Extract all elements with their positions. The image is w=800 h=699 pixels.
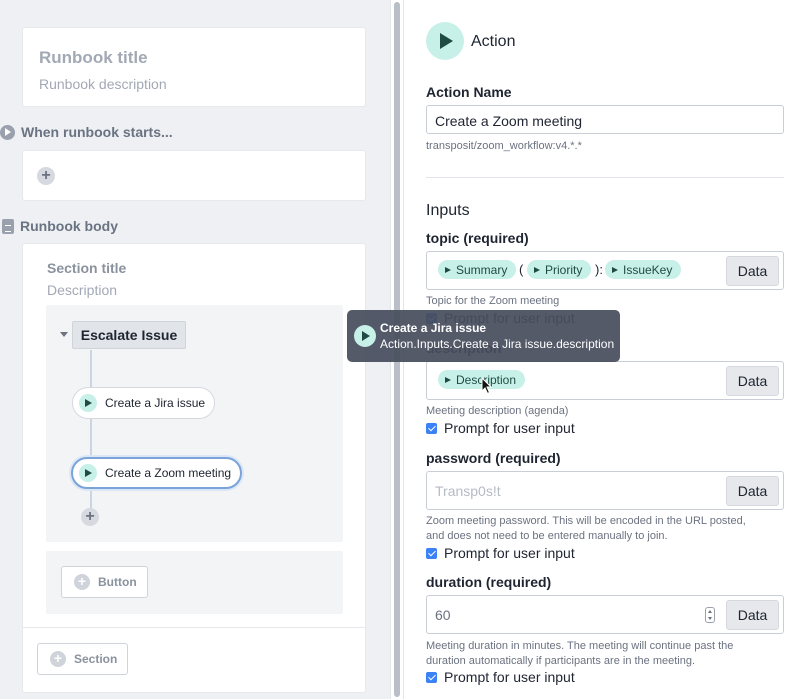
plus-icon: + [74,574,90,590]
add-button-button[interactable]: + Button [61,566,148,598]
section-title[interactable]: Section title [47,260,126,276]
chip-summary[interactable]: Summary [438,260,517,279]
runbook-editor-panel: Runbook title Runbook description When r… [0,0,390,699]
play-icon [445,266,451,273]
trigger-card: + [22,150,366,201]
duration-hint-1: Meeting duration in minutes. The meeting… [426,640,734,652]
runbook-body-card: Section title Description Escalate Issue… [22,243,366,693]
when-starts-header: When runbook starts... [0,124,173,140]
add-section-button[interactable]: + Section [37,643,128,675]
add-trigger-button[interactable]: + [37,167,55,185]
checkbox-checked-icon[interactable] [426,547,437,559]
checkbox-checked-icon[interactable] [426,671,437,683]
action-reference: transposit/zoom_workflow:v4.*.* [426,140,582,152]
paren-close: ): [595,262,603,277]
step-label: Create a Jira issue [105,396,206,410]
number-stepper-icon[interactable] [705,607,715,623]
chip-priority[interactable]: Priority [527,260,592,279]
plus-icon: + [50,651,66,667]
step-group: Escalate Issue Create a Jira issue Creat… [46,305,343,542]
drag-tooltip: Create a Jira issue Action.Inputs.Create… [347,310,620,362]
action-name-value: Create a Zoom meeting [435,113,583,129]
password-prompt-checkbox[interactable]: Prompt for user input [426,545,575,561]
panel-title: Action [471,33,516,50]
group-label[interactable]: Escalate Issue [72,321,186,349]
play-icon [445,376,451,383]
play-icon [354,325,376,347]
description-input[interactable]: Description Data [426,361,784,400]
password-placeholder: Transp0s!t [435,483,501,499]
step-create-zoom-meeting[interactable]: Create a Zoom meeting [71,457,242,489]
topic-input[interactable]: Summary ( Priority ): IssueKey Data [426,251,784,290]
inputs-heading: Inputs [426,202,470,219]
action-name-label: Action Name [426,84,512,100]
step-label: Create a Zoom meeting [105,466,232,480]
duration-label: duration (required) [426,574,552,590]
chip-issuekey[interactable]: IssueKey [605,260,682,279]
tooltip-subtitle: Action.Inputs.Create a Jira issue.descri… [380,337,615,351]
topic-hint: Topic for the Zoom meeting [426,295,560,307]
password-data-button[interactable]: Data [726,476,779,506]
play-icon [534,266,540,273]
topic-data-button[interactable]: Data [726,256,779,286]
description-hint: Meeting description (agenda) [426,405,569,417]
password-label: password (required) [426,450,561,466]
tooltip-title: Create a Jira issue [380,321,487,335]
section-description[interactable]: Description [47,282,117,298]
duration-hint-2: duration automatically if participants a… [426,655,696,667]
runbook-header-card[interactable]: Runbook title Runbook description [22,27,366,107]
runbook-body-label: Runbook body [20,218,118,234]
divider [426,177,784,178]
play-icon [79,394,97,412]
duration-input[interactable]: 60 Data [426,595,784,634]
password-hint-1: Zoom meeting password. This will be enco… [426,515,746,527]
description-data-button[interactable]: Data [726,366,779,396]
button-group: + Button [46,551,343,614]
when-starts-label: When runbook starts... [21,124,173,140]
password-hint-2: and does not need to be entered manually… [426,530,668,542]
add-step-button[interactable]: + [81,508,99,526]
play-circle-icon [426,22,464,60]
play-circle-icon [0,124,15,140]
checkbox-checked-icon[interactable] [426,422,437,434]
duration-prompt-checkbox[interactable]: Prompt for user input [426,669,575,685]
add-section-label: Section [74,652,118,666]
runbook-title[interactable]: Runbook title [39,48,148,68]
document-icon [2,218,14,234]
action-name-input[interactable]: Create a Zoom meeting [426,105,784,134]
runbook-description[interactable]: Runbook description [39,76,167,92]
paren-open: ( [519,262,524,277]
mouse-cursor-icon [481,377,493,395]
password-input[interactable]: Transp0s!t Data [426,471,784,510]
collapse-caret-icon[interactable] [60,332,68,337]
description-prompt-checkbox[interactable]: Prompt for user input [426,420,575,436]
step-create-jira-issue[interactable]: Create a Jira issue [72,387,215,419]
add-button-label: Button [98,575,137,589]
runbook-body-header: Runbook body [0,218,118,234]
duration-data-button[interactable]: Data [726,600,779,630]
duration-value: 60 [435,607,451,623]
play-icon [79,464,97,482]
play-icon [612,266,618,273]
topic-label: topic (required) [426,230,529,246]
